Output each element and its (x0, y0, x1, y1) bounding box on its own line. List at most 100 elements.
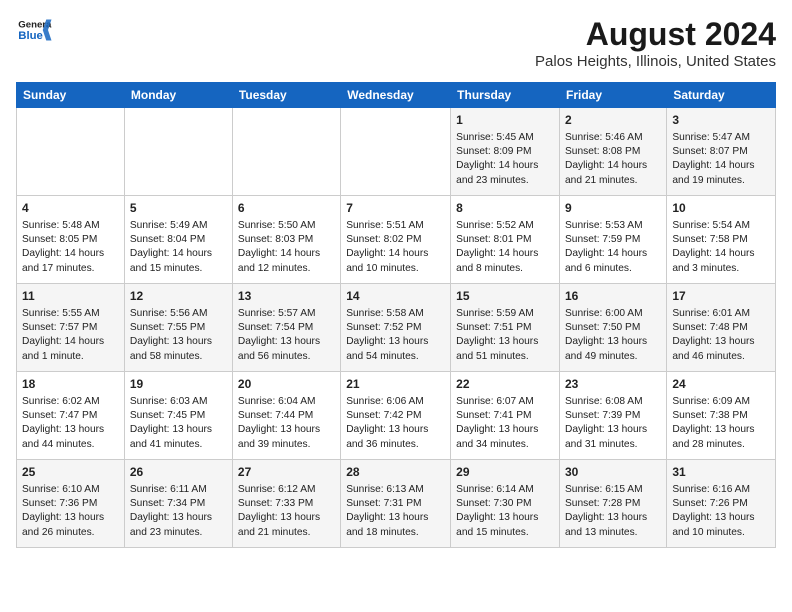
day-info: Sunrise: 5:48 AM (22, 219, 119, 233)
day-info: Sunset: 8:07 PM (672, 145, 770, 159)
day-info: Sunrise: 5:49 AM (130, 219, 227, 233)
calendar-cell: 22Sunrise: 6:07 AMSunset: 7:41 PMDayligh… (451, 372, 560, 460)
day-number: 19 (130, 376, 227, 393)
day-info: Sunset: 7:41 PM (456, 409, 554, 423)
day-info: Daylight: 14 hours and 1 minute. (22, 335, 119, 364)
day-number: 25 (22, 464, 119, 481)
day-info: Daylight: 13 hours and 13 minutes. (565, 511, 661, 540)
day-info: Daylight: 13 hours and 56 minutes. (238, 335, 335, 364)
day-info: Sunset: 7:55 PM (130, 321, 227, 335)
logo-icon: General Blue (16, 16, 52, 44)
day-number: 9 (565, 200, 661, 217)
day-info: Sunset: 7:48 PM (672, 321, 770, 335)
day-info: Sunrise: 6:11 AM (130, 483, 227, 497)
calendar-cell: 19Sunrise: 6:03 AMSunset: 7:45 PMDayligh… (124, 372, 232, 460)
day-info: Sunset: 7:59 PM (565, 233, 661, 247)
day-info: Sunset: 8:08 PM (565, 145, 661, 159)
day-info: Sunset: 8:02 PM (346, 233, 445, 247)
day-info: Sunrise: 6:12 AM (238, 483, 335, 497)
day-number: 17 (672, 288, 770, 305)
day-number: 29 (456, 464, 554, 481)
day-info: Daylight: 14 hours and 17 minutes. (22, 247, 119, 276)
calendar-cell: 13Sunrise: 5:57 AMSunset: 7:54 PMDayligh… (232, 284, 340, 372)
day-info: Daylight: 13 hours and 58 minutes. (130, 335, 227, 364)
day-info: Sunset: 8:01 PM (456, 233, 554, 247)
day-info: Sunrise: 6:02 AM (22, 395, 119, 409)
calendar-cell: 17Sunrise: 6:01 AMSunset: 7:48 PMDayligh… (667, 284, 776, 372)
day-info: Sunset: 8:03 PM (238, 233, 335, 247)
day-info: Sunset: 7:51 PM (456, 321, 554, 335)
day-number: 10 (672, 200, 770, 217)
day-info: Daylight: 13 hours and 26 minutes. (22, 511, 119, 540)
calendar-cell: 31Sunrise: 6:16 AMSunset: 7:26 PMDayligh… (667, 460, 776, 548)
calendar-cell: 23Sunrise: 6:08 AMSunset: 7:39 PMDayligh… (560, 372, 667, 460)
day-info: Daylight: 14 hours and 12 minutes. (238, 247, 335, 276)
day-info: Daylight: 14 hours and 6 minutes. (565, 247, 661, 276)
day-info: Sunset: 7:33 PM (238, 497, 335, 511)
day-header-saturday: Saturday (667, 83, 776, 108)
day-number: 20 (238, 376, 335, 393)
day-info: Sunrise: 5:58 AM (346, 307, 445, 321)
day-info: Sunrise: 6:08 AM (565, 395, 661, 409)
day-info: Sunset: 7:47 PM (22, 409, 119, 423)
day-info: Sunrise: 5:47 AM (672, 131, 770, 145)
calendar-cell: 10Sunrise: 5:54 AMSunset: 7:58 PMDayligh… (667, 196, 776, 284)
calendar-cell: 29Sunrise: 6:14 AMSunset: 7:30 PMDayligh… (451, 460, 560, 548)
day-info: Sunset: 7:38 PM (672, 409, 770, 423)
day-info: Sunrise: 6:07 AM (456, 395, 554, 409)
calendar-cell: 24Sunrise: 6:09 AMSunset: 7:38 PMDayligh… (667, 372, 776, 460)
subtitle: Palos Heights, Illinois, United States (535, 53, 776, 70)
svg-text:Blue: Blue (18, 30, 43, 42)
calendar-table: SundayMondayTuesdayWednesdayThursdayFrid… (16, 82, 776, 548)
day-info: Sunrise: 5:54 AM (672, 219, 770, 233)
day-number: 13 (238, 288, 335, 305)
calendar-cell: 27Sunrise: 6:12 AMSunset: 7:33 PMDayligh… (232, 460, 340, 548)
day-info: Daylight: 13 hours and 18 minutes. (346, 511, 445, 540)
day-info: Sunrise: 6:03 AM (130, 395, 227, 409)
calendar-cell (232, 108, 340, 196)
day-info: Daylight: 14 hours and 8 minutes. (456, 247, 554, 276)
calendar-cell (124, 108, 232, 196)
day-info: Sunrise: 5:59 AM (456, 307, 554, 321)
day-number: 1 (456, 112, 554, 129)
day-number: 6 (238, 200, 335, 217)
day-info: Sunrise: 6:15 AM (565, 483, 661, 497)
day-info: Sunset: 7:54 PM (238, 321, 335, 335)
calendar-cell: 18Sunrise: 6:02 AMSunset: 7:47 PMDayligh… (17, 372, 125, 460)
calendar-cell: 20Sunrise: 6:04 AMSunset: 7:44 PMDayligh… (232, 372, 340, 460)
day-info: Daylight: 14 hours and 19 minutes. (672, 159, 770, 188)
day-info: Sunset: 7:34 PM (130, 497, 227, 511)
calendar-cell: 6 Sunrise: 5:50 AMSunset: 8:03 PMDaylight… (232, 196, 340, 284)
day-info: Daylight: 14 hours and 3 minutes. (672, 247, 770, 276)
day-info: Sunrise: 6:13 AM (346, 483, 445, 497)
calendar-week-4: 18Sunrise: 6:02 AMSunset: 7:47 PMDayligh… (17, 372, 776, 460)
calendar-cell: 21Sunrise: 6:06 AMSunset: 7:42 PMDayligh… (341, 372, 451, 460)
calendar-cell: 5Sunrise: 5:49 AMSunset: 8:04 PMDaylight… (124, 196, 232, 284)
calendar-cell: 14Sunrise: 5:58 AMSunset: 7:52 PMDayligh… (341, 284, 451, 372)
day-number: 15 (456, 288, 554, 305)
day-info: Sunrise: 5:46 AM (565, 131, 661, 145)
day-info: Sunset: 7:30 PM (456, 497, 554, 511)
day-info: Sunrise: 5:53 AM (565, 219, 661, 233)
day-info: Sunset: 7:52 PM (346, 321, 445, 335)
calendar-cell (17, 108, 125, 196)
day-info: Sunset: 7:57 PM (22, 321, 119, 335)
calendar-cell: 9 Sunrise: 5:53 AMSunset: 7:59 PMDaylight… (560, 196, 667, 284)
day-info: Sunrise: 6:16 AM (672, 483, 770, 497)
day-info: Sunrise: 5:50 AM (238, 219, 335, 233)
day-info: Daylight: 13 hours and 10 minutes. (672, 511, 770, 540)
day-number: 2 (565, 112, 661, 129)
calendar-cell: 7Sunrise: 5:51 AMSunset: 8:02 PMDaylight… (341, 196, 451, 284)
day-number: 14 (346, 288, 445, 305)
day-number: 8 (456, 200, 554, 217)
day-info: Sunset: 8:09 PM (456, 145, 554, 159)
calendar-week-2: 4Sunrise: 5:48 AMSunset: 8:05 PMDaylight… (17, 196, 776, 284)
day-number: 4 (22, 200, 119, 217)
day-info: Sunrise: 5:56 AM (130, 307, 227, 321)
day-header-monday: Monday (124, 83, 232, 108)
day-info: Daylight: 14 hours and 15 minutes. (130, 247, 227, 276)
day-number: 23 (565, 376, 661, 393)
day-info: Daylight: 13 hours and 51 minutes. (456, 335, 554, 364)
logo: General Blue (16, 16, 52, 44)
calendar-cell: 26Sunrise: 6:11 AMSunset: 7:34 PMDayligh… (124, 460, 232, 548)
